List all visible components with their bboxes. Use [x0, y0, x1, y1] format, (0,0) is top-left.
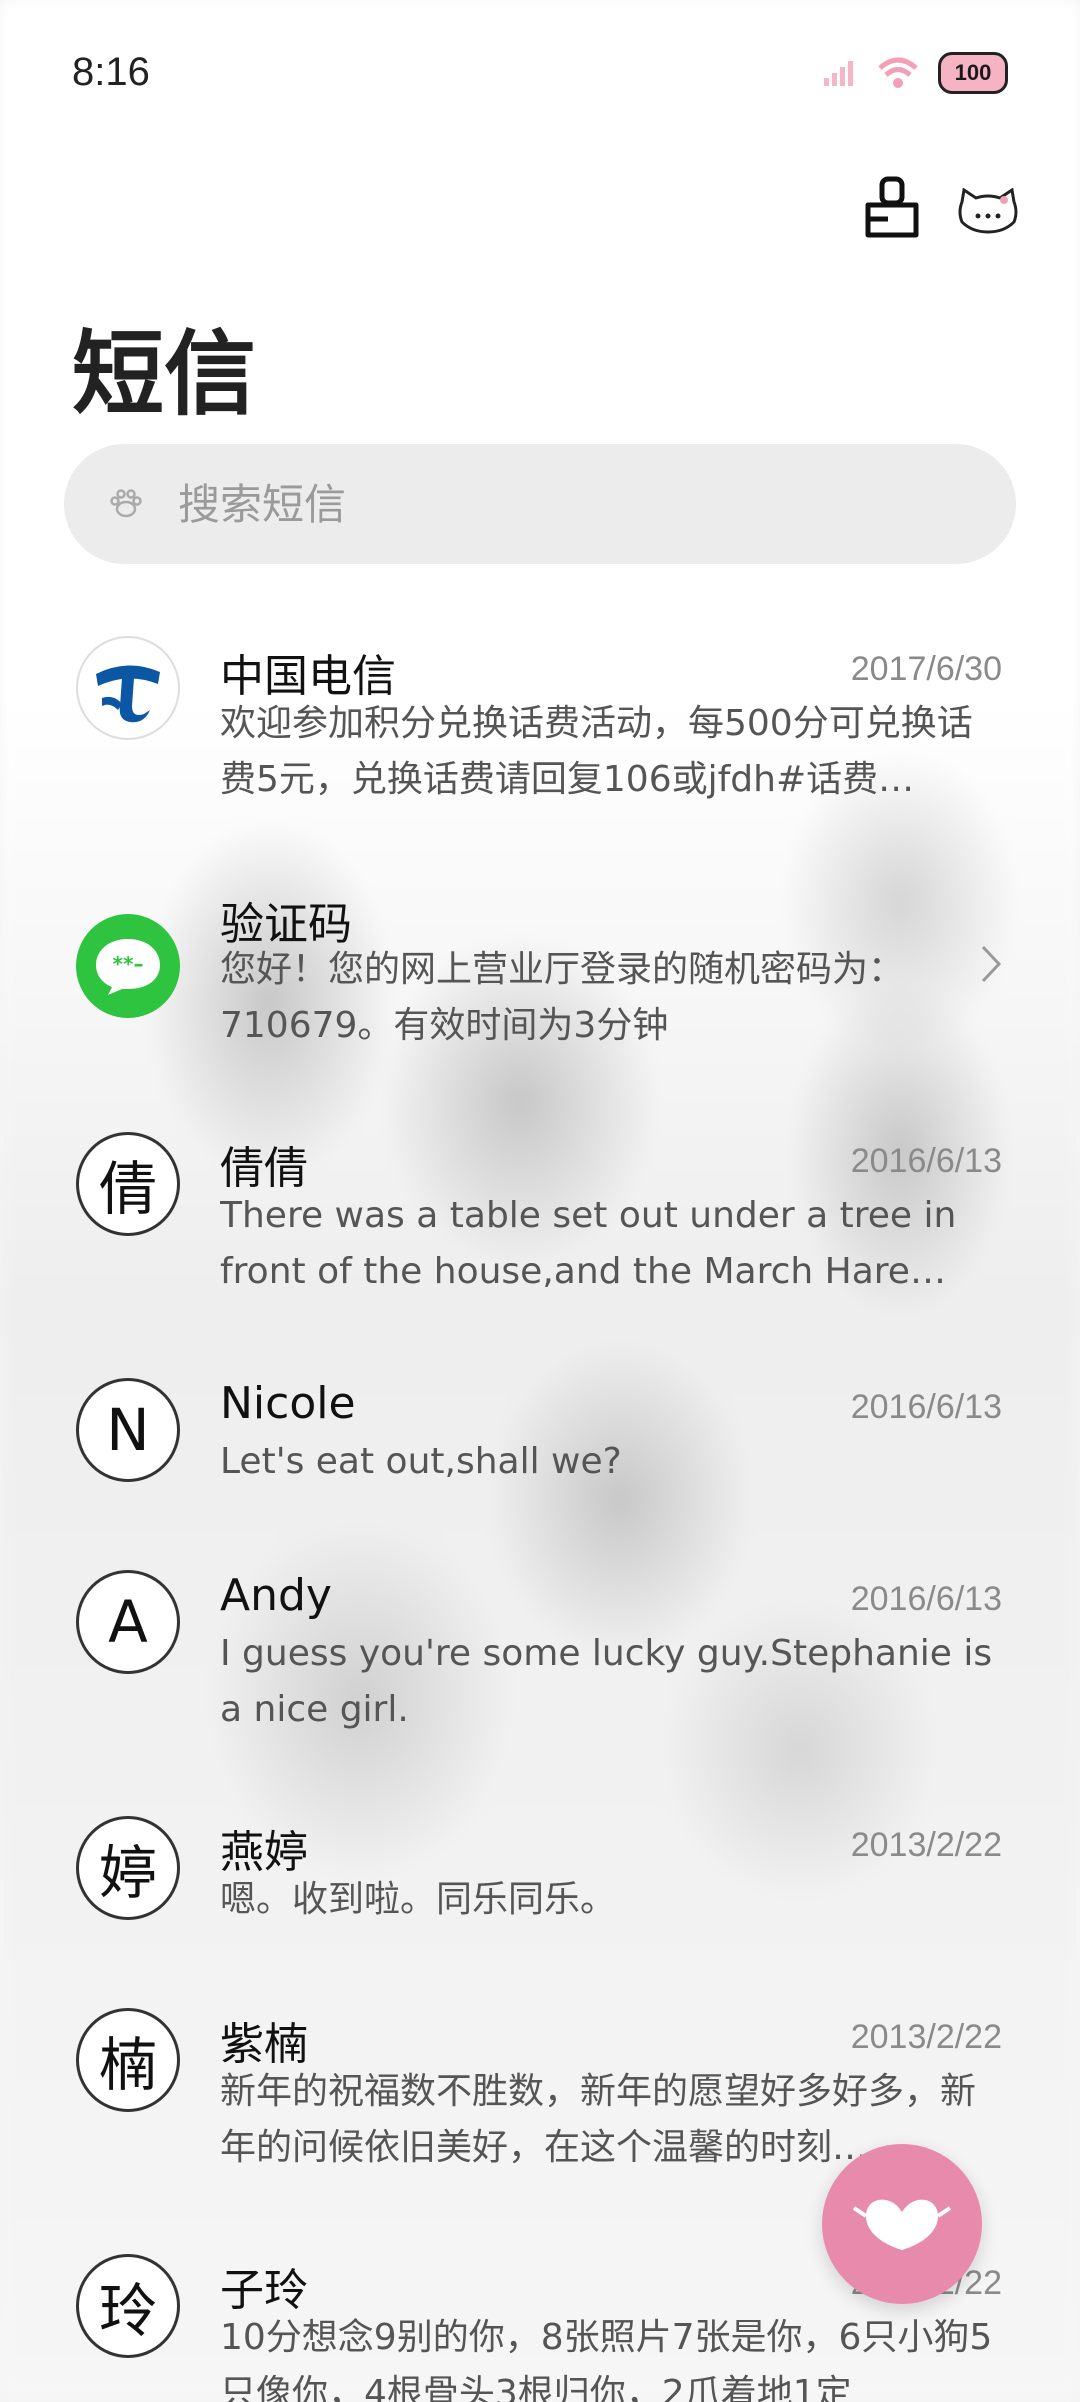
conversation-date: 2016/6/13: [850, 1388, 1002, 1426]
sms-bubble-avatar: **–: [76, 914, 180, 1018]
conversation-name: 中国电信: [220, 651, 396, 702]
conversation-name: 紫楠: [220, 2019, 308, 2070]
conversation-preview: Let's eat out,shall we?: [220, 1441, 622, 1482]
conversation-name: 燕婷: [220, 1827, 308, 1878]
contact-avatar: A: [76, 1570, 180, 1674]
contact-avatar: 婷: [76, 1816, 180, 1920]
conversation-name: 倩倩: [220, 1143, 308, 1194]
more-options-button[interactable]: [956, 188, 1020, 234]
page-title: 短信: [72, 321, 257, 428]
conversation-item[interactable]: A Andy 2016/6/13 I guess you're some luc…: [0, 1570, 1080, 1750]
contact-avatar: 玲: [76, 2254, 180, 2358]
conversation-preview: 嗯。收到啦。同乐同乐。: [220, 1879, 617, 1920]
conversation-item[interactable]: N Nicole 2016/6/13 Let's eat out,shall w…: [0, 1378, 1080, 1498]
conversation-date: 2013/2/22: [850, 1826, 1002, 1864]
conversation-date: 2017/6/30: [850, 650, 1002, 688]
paw-search-icon: [106, 484, 146, 524]
sms-avatar-text: **–: [113, 952, 144, 976]
contact-avatar: N: [76, 1378, 180, 1482]
conversation-preview: 您好！您的网上营业厅登录的随机密码为：710679。有效时间为3分钟: [220, 949, 905, 1046]
signal-icon: [824, 61, 853, 86]
conversation-date: 2013/2/22: [850, 2018, 1002, 2056]
chevron-right-icon: [980, 944, 1002, 988]
conversation-preview: 10分想念9别的你，8张照片7张是你，6只小狗5只像你，4根骨头3根归你，2爪着…: [220, 2317, 993, 2402]
battery-indicator: 100: [938, 52, 1008, 94]
contact-avatar: 楠: [76, 2008, 180, 2112]
heart-mask-icon: [852, 2199, 952, 2250]
conversation-preview: I guess you're some lucky guy.Stephanie …: [220, 1633, 993, 1730]
conversation-date: 2016/6/13: [850, 1580, 1002, 1618]
conversation-item[interactable]: 倩 倩倩 2016/6/13 There was a table set out…: [0, 1132, 1080, 1312]
conversation-item[interactable]: **– 验证码 您好！您的网上营业厅登录的随机密码为：710679。有效时间为3…: [0, 882, 1080, 1062]
search-bar[interactable]: [64, 444, 1016, 564]
status-time: 8:16: [72, 50, 150, 94]
conversation-preview: 欢迎参加积分兑换话费活动，每500分可兑换话费5元，兑换话费请回复106或jfd…: [220, 703, 973, 800]
contact-avatar: 倩: [76, 1132, 180, 1236]
status-icons: 100: [822, 52, 1008, 94]
conversation-name: Nicole: [220, 1378, 356, 1429]
conversation-preview: There was a table set out under a tree i…: [220, 1195, 957, 1292]
conversation-name: Andy: [220, 1570, 332, 1621]
clean-brush-button[interactable]: [862, 175, 922, 243]
china-telecom-logo: [76, 636, 180, 740]
conversation-name: 子玲: [220, 2265, 308, 2316]
new-message-fab[interactable]: [822, 2144, 982, 2304]
kitty-more-icon: [958, 188, 1018, 234]
brush-icon: [865, 176, 919, 238]
conversation-item[interactable]: 中国电信 2017/6/30 欢迎参加积分兑换话费活动，每500分可兑换话费5元…: [0, 636, 1080, 816]
conversation-date: 2016/6/13: [850, 1142, 1002, 1180]
search-input[interactable]: [176, 478, 960, 530]
wifi-icon: [878, 57, 918, 88]
conversation-item[interactable]: 婷 燕婷 2013/2/22 嗯。收到啦。同乐同乐。: [0, 1816, 1080, 1936]
